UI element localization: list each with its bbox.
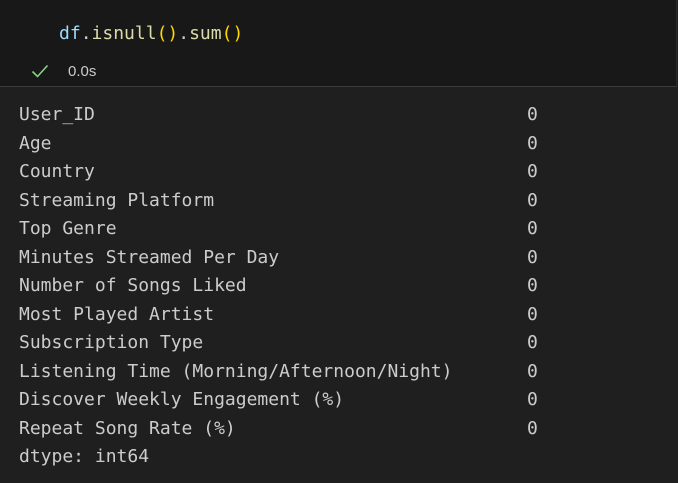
- null-count: 0: [527, 104, 538, 125]
- dtype-row: dtype: int64: [19, 443, 149, 472]
- null-count: 0: [527, 246, 538, 268]
- code-token-function: isnull: [91, 23, 157, 44]
- null-count: 0: [527, 417, 538, 439]
- execution-time: 0.0s: [68, 62, 97, 80]
- code-editor[interactable]: df.isnull().sum() 0.0s: [0, 0, 677, 87]
- column-name: Minutes Streamed Per Day: [19, 246, 280, 268]
- null-count: 0: [527, 275, 538, 296]
- code-line[interactable]: df.isnull().sum(): [59, 22, 243, 46]
- column-name: Discover Weekly Engagement (%): [19, 389, 345, 410]
- output-row: Listening Time (Morning/Afternoon/Night)…: [19, 358, 538, 387]
- code-token-parens: (): [221, 23, 244, 44]
- column-name: Number of Songs Liked: [19, 275, 247, 296]
- output-row: Repeat Song Rate (%) 0: [19, 415, 538, 444]
- output-row: Most Played Artist 0: [19, 301, 538, 330]
- check-icon: [30, 61, 50, 81]
- cell-output: User_ID 0 Age 0 Country 0 Streaming Plat…: [19, 101, 538, 472]
- code-token-function: sum: [189, 23, 222, 44]
- output-row: User_ID 0: [19, 101, 538, 130]
- null-count: 0: [527, 132, 538, 154]
- null-count: 0: [527, 189, 538, 211]
- null-count: 0: [527, 389, 538, 410]
- column-name: Repeat Song Rate (%): [19, 417, 236, 439]
- output-row: Streaming Platform 0: [19, 187, 538, 216]
- output-row: Age 0: [19, 130, 538, 159]
- code-token-variable: df: [59, 23, 81, 44]
- output-row: Discover Weekly Engagement (%) 0: [19, 386, 538, 415]
- null-count: 0: [527, 218, 538, 239]
- column-name: Age: [19, 132, 52, 154]
- code-token-dot: .: [178, 23, 190, 44]
- code-token-dot: .: [80, 23, 92, 44]
- column-name: User_ID: [19, 104, 95, 125]
- notebook-cell: df.isnull().sum() 0.0s User_ID 0 Age 0 C…: [0, 0, 678, 483]
- null-count: 0: [527, 161, 538, 182]
- column-name: Subscription Type: [19, 332, 204, 353]
- column-name: Top Genre: [19, 218, 117, 239]
- output-row: Subscription Type 0: [19, 329, 538, 358]
- output-row: Number of Songs Liked 0: [19, 272, 538, 301]
- column-name: Listening Time (Morning/Afternoon/Night): [19, 360, 453, 382]
- null-count: 0: [527, 360, 538, 382]
- column-name: Most Played Artist: [19, 303, 215, 325]
- dtype-label: dtype: int64: [19, 446, 150, 467]
- column-name: Country: [19, 161, 95, 182]
- column-name: Streaming Platform: [19, 189, 215, 211]
- code-token-parens: (): [156, 23, 179, 44]
- output-row: Minutes Streamed Per Day 0: [19, 244, 538, 273]
- output-row: Country 0: [19, 158, 538, 187]
- execution-status: 0.0s: [30, 60, 96, 82]
- output-row: Top Genre 0: [19, 215, 538, 244]
- null-count: 0: [527, 303, 538, 325]
- null-count: 0: [527, 332, 538, 353]
